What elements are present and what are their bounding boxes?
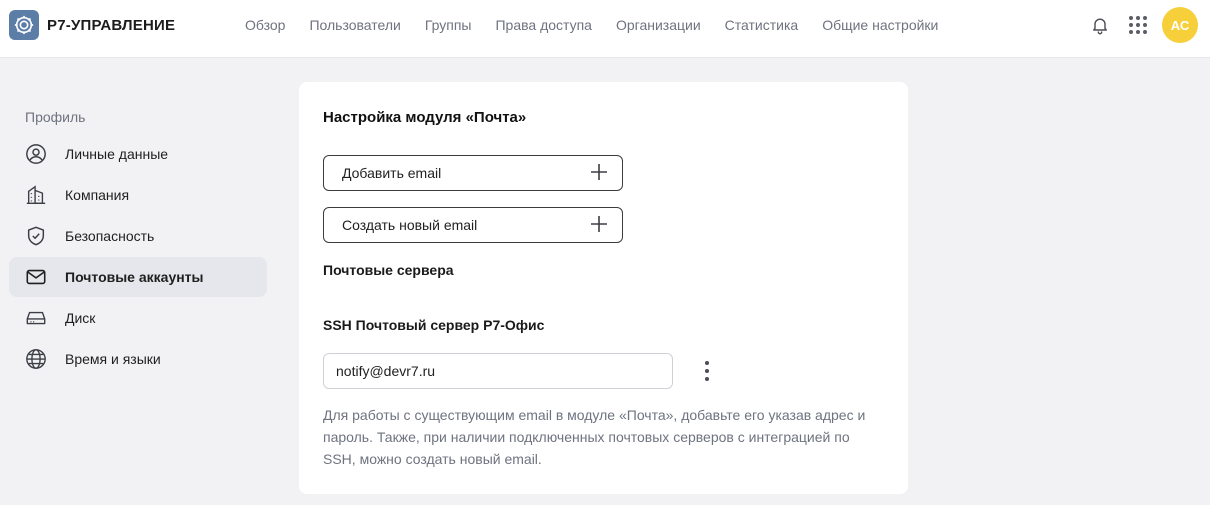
mail-servers-title: Почтовые сервера	[323, 262, 454, 278]
server-email-field[interactable]	[323, 353, 673, 389]
gear-logo-icon	[9, 10, 39, 40]
add-email-button[interactable]: Добавить email	[323, 155, 623, 191]
user-circle-icon	[25, 143, 47, 165]
sidebar-item-label: Время и языки	[65, 351, 161, 367]
app-title: Р7-УПРАВЛЕНИЕ	[47, 16, 176, 34]
create-email-button[interactable]: Создать новый email	[323, 207, 623, 243]
nav-item-organizations[interactable]: Организации	[616, 17, 701, 33]
nav-item-general-settings[interactable]: Общие настройки	[822, 17, 938, 33]
sidebar-item-personal-data[interactable]: Личные данные	[9, 134, 267, 174]
sidebar-title: Профиль	[25, 109, 86, 125]
more-options-icon[interactable]	[697, 358, 717, 384]
apps-grid-icon[interactable]	[1120, 7, 1156, 43]
sidebar-item-security[interactable]: Безопасность	[9, 216, 267, 256]
nav-item-overview[interactable]: Обзор	[245, 17, 285, 33]
avatar[interactable]: АС	[1162, 7, 1198, 43]
globe-icon	[25, 348, 47, 370]
plus-icon	[590, 163, 608, 184]
help-text: Для работы с существующим email в модуле…	[323, 407, 866, 467]
nav-item-access-rights[interactable]: Права доступа	[495, 17, 591, 33]
profile-sidebar: Профиль Личные данные Компания Безопасно…	[9, 100, 267, 380]
sidebar-item-label: Безопасность	[65, 228, 155, 244]
mail-icon	[25, 266, 47, 288]
top-bar: Р7-УПРАВЛЕНИЕ Обзор Пользователи Группы …	[0, 0, 1210, 58]
sidebar-item-disk[interactable]: Диск	[9, 298, 267, 338]
create-email-label: Создать новый email	[342, 217, 478, 233]
sidebar-item-mail-accounts[interactable]: Почтовые аккаунты	[9, 257, 267, 297]
sidebar-item-label: Диск	[65, 310, 96, 326]
mail-settings-card: Настройка модуля «Почта» Добавить email …	[299, 82, 908, 494]
nav-item-groups[interactable]: Группы	[425, 17, 472, 33]
sidebar-item-company[interactable]: Компания	[9, 175, 267, 215]
sidebar-item-time-languages[interactable]: Время и языки	[9, 339, 267, 379]
header-actions: АС	[1080, 7, 1198, 43]
sidebar-item-label: Почтовые аккаунты	[65, 269, 204, 285]
server-name: SSH Почтовый сервер Р7-Офис	[323, 317, 545, 333]
main-nav: Обзор Пользователи Группы Права доступа …	[245, 0, 962, 50]
bell-icon[interactable]	[1082, 7, 1118, 43]
add-email-label: Добавить email	[342, 165, 442, 181]
building-icon	[25, 184, 47, 206]
page-title: Настройка модуля «Почта»	[323, 109, 527, 126]
sidebar-item-label: Личные данные	[65, 146, 169, 162]
drive-icon	[25, 307, 47, 329]
app-logo[interactable]: Р7-УПРАВЛЕНИЕ	[9, 10, 175, 40]
plus-icon	[590, 215, 608, 236]
sidebar-item-label: Компания	[65, 187, 130, 203]
nav-item-users[interactable]: Пользователи	[309, 17, 400, 33]
nav-item-statistics[interactable]: Статистика	[725, 17, 799, 33]
shield-check-icon	[25, 225, 47, 247]
